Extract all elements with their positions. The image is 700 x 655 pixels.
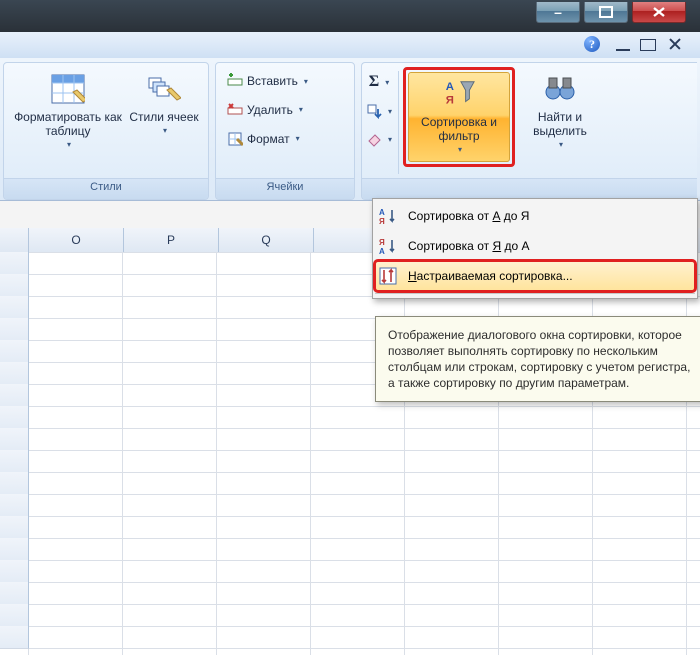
fill-down-icon bbox=[366, 103, 382, 119]
row-header[interactable] bbox=[0, 340, 29, 363]
row-header[interactable] bbox=[0, 626, 29, 649]
minimize-label: – bbox=[554, 5, 562, 19]
row-header[interactable] bbox=[0, 384, 29, 407]
sort-filter-menu: А Я Сортировка от А до Я Я А Сортировка … bbox=[372, 198, 698, 299]
select-all-corner[interactable] bbox=[0, 228, 29, 252]
row-header[interactable] bbox=[0, 582, 29, 605]
svg-text:Я: Я bbox=[379, 217, 385, 225]
menu-sort-az[interactable]: А Я Сортировка от А до Я bbox=[375, 201, 695, 231]
cell-styles-button[interactable]: Стили ячеек▾ bbox=[126, 67, 202, 143]
row-header[interactable] bbox=[0, 252, 29, 275]
window-buttons: – bbox=[536, 2, 686, 23]
menu-sort-za[interactable]: Я А Сортировка от Я до А bbox=[375, 231, 695, 261]
ribbon-close-button[interactable] bbox=[668, 39, 682, 49]
row-header[interactable] bbox=[0, 604, 29, 627]
delete-button[interactable]: Удалить▾ bbox=[222, 99, 348, 121]
cell-styles-label: Стили ячеек bbox=[129, 110, 198, 124]
ribbon-minimize-button[interactable] bbox=[616, 39, 630, 51]
custom-sort-icon bbox=[378, 266, 398, 286]
delete-row-icon bbox=[227, 102, 243, 118]
format-as-table-icon bbox=[51, 72, 85, 106]
format-button[interactable]: Формат▾ bbox=[222, 128, 348, 150]
ribbon-group-cells: Вставить▾ Удалить▾ Формат▾ bbox=[215, 62, 355, 200]
window-maximize-button[interactable] bbox=[584, 2, 628, 23]
format-icon bbox=[227, 131, 243, 147]
insert-row-icon bbox=[227, 73, 243, 89]
row-header[interactable] bbox=[0, 494, 29, 517]
eraser-icon bbox=[366, 131, 382, 147]
row-header[interactable] bbox=[0, 406, 29, 429]
menu-custom-sort[interactable]: Настраиваемая сортировка... bbox=[375, 261, 695, 291]
ribbon-group-styles-label: Стили bbox=[4, 178, 208, 199]
row-header[interactable] bbox=[0, 428, 29, 451]
sort-filter-icon: А Я bbox=[442, 77, 476, 111]
row-header[interactable] bbox=[0, 472, 29, 495]
window-close-button[interactable] bbox=[632, 2, 686, 23]
autosum-button[interactable]: Σ▾ bbox=[364, 70, 394, 94]
row-header[interactable] bbox=[0, 362, 29, 385]
quick-access-bar: ? bbox=[0, 32, 700, 59]
tooltip: Отображение диалогового окна сортировки,… bbox=[375, 316, 700, 402]
row-header[interactable] bbox=[0, 560, 29, 583]
svg-text:А: А bbox=[379, 247, 385, 255]
svg-text:Я: Я bbox=[446, 94, 454, 106]
close-icon bbox=[652, 6, 666, 18]
ribbon-group-cells-label: Ячейки bbox=[216, 178, 354, 199]
column-header[interactable]: O bbox=[29, 228, 124, 252]
sort-filter-label: Сортировка и фильтр bbox=[411, 115, 507, 143]
cell-styles-icon bbox=[147, 72, 181, 106]
sigma-icon: Σ bbox=[369, 73, 379, 91]
sort-filter-highlight: А Я Сортировка и фильтр▾ bbox=[403, 67, 515, 167]
cell-grid[interactable] bbox=[28, 252, 700, 655]
ribbon: Форматировать как таблицу▾ Стили ячеек▾ … bbox=[0, 58, 700, 201]
help-icon[interactable]: ? bbox=[584, 36, 600, 52]
format-as-table-button[interactable]: Форматировать как таблицу▾ bbox=[10, 67, 126, 157]
sort-az-icon: А Я bbox=[378, 206, 398, 226]
window-minimize-button[interactable]: – bbox=[536, 2, 580, 23]
row-header[interactable] bbox=[0, 318, 29, 341]
ribbon-group-editing: Σ▾ ▾ ▾ bbox=[361, 62, 697, 200]
row-header[interactable] bbox=[0, 296, 29, 319]
ribbon-restore-button[interactable] bbox=[640, 39, 656, 51]
column-header[interactable]: P bbox=[124, 228, 219, 252]
title-bar: – bbox=[0, 0, 700, 32]
binoculars-icon bbox=[543, 72, 577, 106]
delete-label: Удалить bbox=[247, 103, 293, 117]
ribbon-group-styles: Форматировать как таблицу▾ Стили ячеек▾ … bbox=[3, 62, 209, 200]
format-as-table-label: Форматировать как таблицу bbox=[13, 110, 123, 138]
row-header[interactable] bbox=[0, 274, 29, 297]
sort-and-filter-button[interactable]: А Я Сортировка и фильтр▾ bbox=[408, 72, 510, 162]
sort-za-icon: Я А bbox=[378, 236, 398, 256]
menu-sort-za-label: Сортировка от Я до А bbox=[408, 239, 529, 253]
find-select-button[interactable]: Найти и выделить▾ bbox=[515, 67, 605, 157]
insert-button[interactable]: Вставить▾ bbox=[222, 70, 348, 92]
ribbon-group-editing-label bbox=[362, 178, 697, 199]
svg-text:А: А bbox=[446, 81, 454, 93]
format-label: Формат bbox=[247, 132, 290, 146]
maximize-icon bbox=[599, 6, 613, 18]
insert-label: Вставить bbox=[247, 74, 298, 88]
menu-custom-sort-label: Настраиваемая сортировка... bbox=[408, 269, 573, 283]
row-header[interactable] bbox=[0, 516, 29, 539]
find-select-label: Найти и выделить bbox=[518, 110, 602, 138]
column-header[interactable]: Q bbox=[219, 228, 314, 252]
row-header[interactable] bbox=[0, 538, 29, 561]
tooltip-text: Отображение диалогового окна сортировки,… bbox=[388, 328, 690, 390]
fill-button[interactable]: ▾ bbox=[361, 100, 397, 122]
menu-sort-az-label: Сортировка от А до Я bbox=[408, 209, 529, 223]
row-header[interactable] bbox=[0, 450, 29, 473]
svg-text:А: А bbox=[379, 208, 385, 217]
clear-button[interactable]: ▾ bbox=[361, 128, 397, 150]
svg-text:Я: Я bbox=[379, 238, 385, 247]
